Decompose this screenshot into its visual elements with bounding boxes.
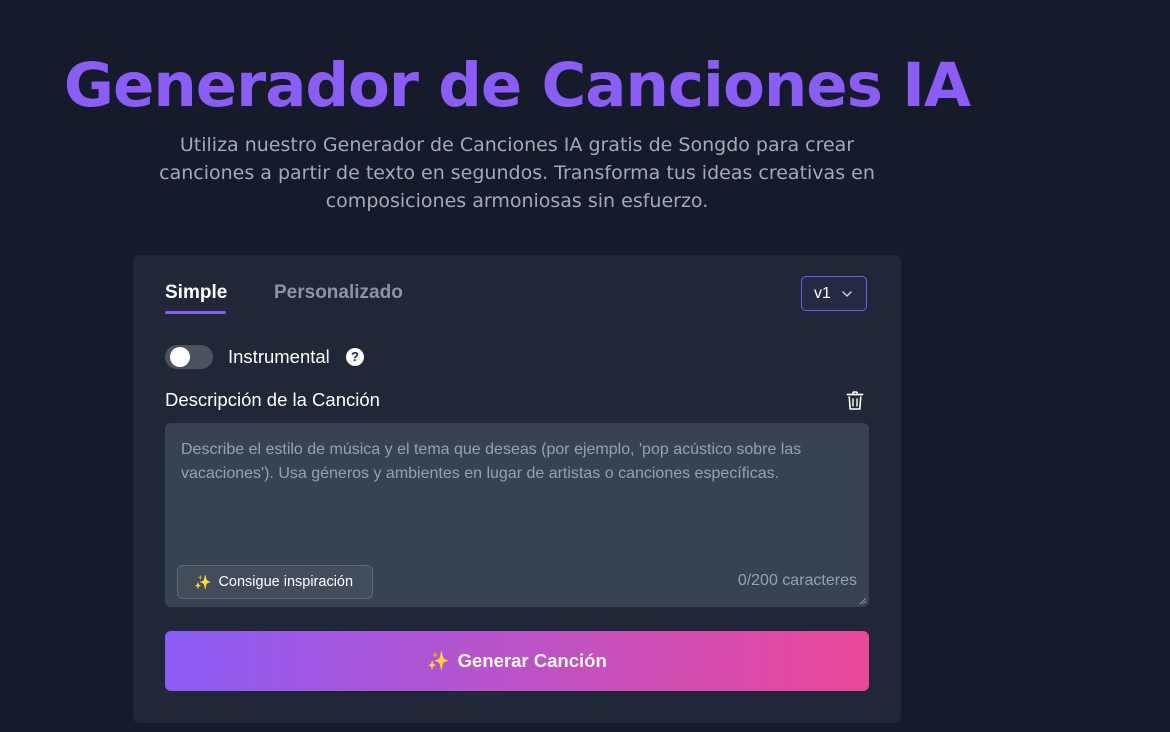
character-counter: 0/200 caracteres xyxy=(737,572,857,589)
description-label: Descripción de la Canción xyxy=(165,389,380,410)
active-tab-indicator xyxy=(165,311,226,314)
instrumental-label: Instrumental xyxy=(228,346,330,367)
description-field-wrapper: ✨ Consigue inspiración 0/200 caracteres xyxy=(165,423,869,607)
generate-song-label: Generar Canción xyxy=(457,650,607,671)
generator-card: Simple Personalizado v1 Instrumental ? D… xyxy=(133,255,901,723)
instrumental-toggle[interactable] xyxy=(165,345,213,369)
page-subtitle: Utiliza nuestro Generador de Canciones I… xyxy=(159,134,875,212)
version-select[interactable]: v1 xyxy=(801,276,867,311)
generate-song-button[interactable]: ✨ Generar Canción xyxy=(165,631,869,691)
page-title: Generador de Canciones IA xyxy=(63,50,971,121)
tab-simple[interactable]: Simple xyxy=(165,282,227,304)
tab-personalizado[interactable]: Personalizado xyxy=(274,282,403,304)
toggle-knob xyxy=(170,347,190,367)
question-circle-icon[interactable]: ? xyxy=(346,348,364,366)
get-inspiration-label: Consigue inspiración xyxy=(218,574,354,590)
sparkles-icon: ✨ xyxy=(427,650,450,671)
version-select-value: v1 xyxy=(814,284,831,302)
chevron-down-icon xyxy=(842,291,852,297)
trash-icon[interactable] xyxy=(846,391,864,411)
sparkles-icon: ✨ xyxy=(194,573,212,590)
resize-grip-icon[interactable] xyxy=(859,597,867,605)
get-inspiration-button[interactable]: ✨ Consigue inspiración xyxy=(177,565,373,599)
song-generator-page: Generador de Canciones IA Utiliza nuestr… xyxy=(0,0,1170,732)
